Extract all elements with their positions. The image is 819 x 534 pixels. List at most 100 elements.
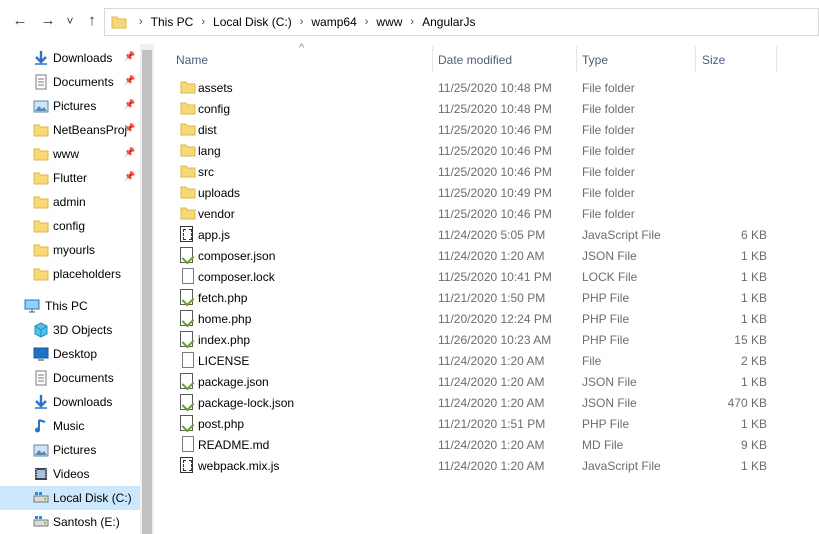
sidebar-item-videos[interactable]: Videos xyxy=(0,462,140,486)
sidebar-item-music[interactable]: Music xyxy=(0,414,140,438)
sidebar-item-netbeansproj[interactable]: NetBeansProj 📌 xyxy=(0,118,140,142)
sidebar-item-documents[interactable]: Documents 📌 xyxy=(0,70,140,94)
file-name: post.php xyxy=(198,417,245,431)
scrollbar-thumb[interactable] xyxy=(142,50,152,534)
sidebar-item-documents[interactable]: Documents xyxy=(0,366,140,390)
file-type: JavaScript File xyxy=(582,228,661,242)
column-divider[interactable] xyxy=(576,46,577,72)
script-file-icon xyxy=(180,247,193,263)
column-divider[interactable] xyxy=(695,46,696,72)
sidebar-item-downloads[interactable]: Downloads xyxy=(0,390,140,414)
file-type: File folder xyxy=(582,123,635,137)
file-row[interactable]: fetch.php 11/21/2020 1:50 PM PHP File 1 KB xyxy=(154,287,819,308)
column-divider[interactable] xyxy=(776,46,777,72)
file-date-modified: 11/25/2020 10:46 PM xyxy=(438,165,552,179)
folder-icon xyxy=(33,242,49,258)
file-size: 1 KB xyxy=(740,291,767,305)
sidebar-item-pictures[interactable]: Pictures 📌 xyxy=(0,94,140,118)
breadcrumb-item-local-disk[interactable]: Local Disk (C:) xyxy=(213,15,292,29)
sidebar-item-downloads[interactable]: Downloads 📌 xyxy=(0,46,140,70)
file-row[interactable]: assets 11/25/2020 10:48 PM File folder xyxy=(154,77,819,98)
file-row[interactable]: app.js 11/24/2020 5:05 PM JavaScript File 6… xyxy=(154,224,819,245)
file-row[interactable]: LICENSE 11/24/2020 1:20 AM File 2 KB xyxy=(154,350,819,371)
script-file-icon xyxy=(180,310,193,326)
sidebar-item-desktop[interactable]: Desktop xyxy=(0,342,140,366)
sidebar-item-flutter[interactable]: Flutter 📌 xyxy=(0,166,140,190)
sidebar-item-label: Music xyxy=(53,419,85,433)
forward-arrow-icon[interactable]: → xyxy=(40,13,56,29)
file-row[interactable]: uploads 11/25/2020 10:49 PM File folder xyxy=(154,182,819,203)
column-header-name[interactable]: Name xyxy=(176,53,208,67)
sidebar-item-www[interactable]: www 📌 xyxy=(0,142,140,166)
sidebar-item-local-disk-c[interactable]: Local Disk (C:) xyxy=(0,486,140,510)
download-icon xyxy=(33,394,49,410)
sidebar-item-admin[interactable]: admin xyxy=(0,190,140,214)
file-type: File folder xyxy=(582,81,635,95)
breadcrumb-item-wamp64[interactable]: wamp64 xyxy=(311,15,356,29)
file-size: 1 KB xyxy=(740,312,767,326)
file-row[interactable]: lang 11/25/2020 10:46 PM File folder xyxy=(154,140,819,161)
file-row[interactable]: package.json 11/24/2020 1:20 AM JSON File 1… xyxy=(154,371,819,392)
sidebar-item-label: Videos xyxy=(53,467,90,481)
file-name: home.php xyxy=(198,312,252,326)
sidebar-item-3d-objects[interactable]: 3D Objects xyxy=(0,318,140,342)
back-arrow-icon[interactable]: ← xyxy=(12,13,28,29)
file-date-modified: 11/24/2020 1:20 AM xyxy=(438,249,545,263)
file-row[interactable]: package-lock.json 11/24/2020 1:20 AM JSON … xyxy=(154,392,819,413)
file-name: composer.lock xyxy=(198,270,275,284)
recent-locations-chevron-icon[interactable]: ˅ xyxy=(62,13,78,29)
file-type: JSON File xyxy=(582,375,637,389)
file-list: Name ^ Date modified Type Size assets 11/… xyxy=(154,42,819,534)
sidebar-item-label: Downloads xyxy=(53,395,113,409)
address-bar[interactable]: › This PC › Local Disk (C:) › wamp64 › w… xyxy=(104,8,819,36)
breadcrumb-item-www[interactable]: www xyxy=(376,15,402,29)
sidebar-item-label: This PC xyxy=(45,299,88,313)
file-type: PHP File xyxy=(582,291,630,305)
file-name: uploads xyxy=(198,186,241,200)
file-size: 1 KB xyxy=(740,249,767,263)
file-row[interactable]: webpack.mix.js 11/24/2020 1:20 AM JavaScri… xyxy=(154,455,819,476)
file-row[interactable]: home.php 11/20/2020 12:24 PM PHP File 1 KB xyxy=(154,308,819,329)
file-size: 2 KB xyxy=(740,354,767,368)
breadcrumb-item-this-pc[interactable]: This PC xyxy=(151,15,194,29)
file-row[interactable]: composer.lock 11/25/2020 10:41 PM LOCK Fil… xyxy=(154,266,819,287)
file-row[interactable]: composer.json 11/24/2020 1:20 AM JSON File… xyxy=(154,245,819,266)
file-row[interactable]: README.md 11/24/2020 1:20 AM MD File 9 KB xyxy=(154,434,819,455)
file-type: File folder xyxy=(582,186,635,200)
file-row[interactable]: src 11/25/2020 10:46 PM File folder xyxy=(154,161,819,182)
sidebar-item-myourls[interactable]: myourls xyxy=(0,238,140,262)
file-row[interactable]: config 11/25/2020 10:48 PM File folder xyxy=(154,98,819,119)
breadcrumb-separator: › xyxy=(299,16,304,28)
file-type: File folder xyxy=(582,165,635,179)
sidebar-item-placeholders[interactable]: placeholders xyxy=(0,262,140,286)
pin-icon: 📌 xyxy=(124,99,136,109)
sidebar-item-config[interactable]: config xyxy=(0,214,140,238)
pin-icon: 📌 xyxy=(124,171,136,181)
folder-icon xyxy=(33,218,49,234)
column-header-type[interactable]: Type xyxy=(582,53,608,67)
file-name: fetch.php xyxy=(198,291,248,305)
file-date-modified: 11/20/2020 12:24 PM xyxy=(438,312,552,326)
file-size: 9 KB xyxy=(740,438,767,452)
sidebar-item-pictures[interactable]: Pictures xyxy=(0,438,140,462)
navigation-scrollbar[interactable] xyxy=(140,44,154,534)
file-row[interactable]: dist 11/25/2020 10:46 PM File folder xyxy=(154,119,819,140)
drive-icon xyxy=(33,514,49,530)
sidebar-item-this-pc[interactable]: This PC xyxy=(0,294,140,318)
column-header-date-modified[interactable]: Date modified xyxy=(438,53,512,67)
up-arrow-icon[interactable]: ↑ xyxy=(84,13,100,29)
javascript-file-icon xyxy=(180,457,193,473)
file-date-modified: 11/25/2020 10:48 PM xyxy=(438,102,552,116)
file-row[interactable]: post.php 11/21/2020 1:51 PM PHP File 1 KB xyxy=(154,413,819,434)
column-header-size[interactable]: Size xyxy=(702,53,725,67)
sidebar-item-santosh-e[interactable]: Santosh (E:) xyxy=(0,510,140,534)
file-row[interactable]: index.php 11/26/2020 10:23 AM PHP File 15 K… xyxy=(154,329,819,350)
breadcrumb-separator: › xyxy=(364,16,369,28)
breadcrumb-item-angularjs[interactable]: AngularJs xyxy=(422,15,475,29)
file-date-modified: 11/25/2020 10:48 PM xyxy=(438,81,552,95)
file-date-modified: 11/21/2020 1:50 PM xyxy=(438,291,546,305)
file-row[interactable]: vendor 11/25/2020 10:46 PM File folder xyxy=(154,203,819,224)
column-divider[interactable] xyxy=(432,46,433,72)
file-type: JSON File xyxy=(582,249,637,263)
file-date-modified: 11/24/2020 1:20 AM xyxy=(438,459,545,473)
